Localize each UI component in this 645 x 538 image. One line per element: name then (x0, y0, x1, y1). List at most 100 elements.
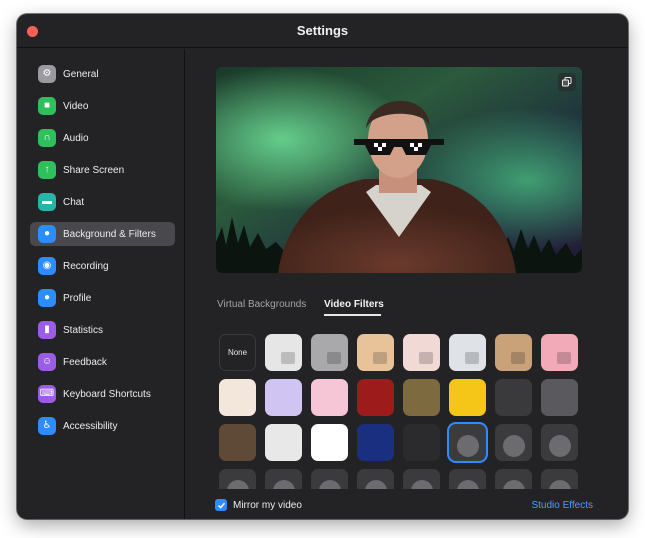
filter-grid: None (216, 332, 586, 489)
active-tab-indicator (324, 314, 381, 316)
face-placeholder-icon (502, 479, 525, 489)
face-placeholder-icon (410, 479, 433, 489)
sidebar-item-label: Feedback (63, 356, 107, 368)
accessibility-icon: ♿ (38, 417, 56, 435)
record-icon: ◉ (38, 257, 56, 275)
filter-headphones[interactable] (357, 469, 394, 489)
copy-icon[interactable] (558, 73, 576, 91)
filter-rainbow[interactable] (541, 424, 578, 461)
face-placeholder-icon (364, 479, 387, 489)
filter-pastel-frame[interactable] (265, 379, 302, 416)
sidebar-item-label: Keyboard Shortcuts (63, 388, 151, 400)
filter-cool[interactable] (449, 334, 486, 371)
bar-chart-icon: ▮ (38, 321, 56, 339)
sidebar-item-feedback[interactable]: ☺ Feedback (30, 350, 175, 374)
keyboard-icon: ⌨ (38, 385, 56, 403)
filter-string-lights[interactable] (357, 424, 394, 461)
face-placeholder-icon (318, 479, 341, 489)
filter-bear-ears[interactable] (495, 469, 532, 489)
filter-headband[interactable] (403, 469, 440, 489)
sidebar-item-recording[interactable]: ◉ Recording (30, 254, 175, 278)
mirror-video-checkbox[interactable] (215, 499, 227, 511)
face-placeholder-icon (502, 434, 525, 457)
filter-retro-tv[interactable] (403, 379, 440, 416)
tab-video-filters[interactable]: Video Filters (324, 299, 384, 310)
none-label: None (227, 348, 248, 357)
filter-light-1[interactable] (265, 334, 302, 371)
filter-sunglasses[interactable] (449, 424, 486, 461)
share-screen-icon: ↑ (38, 161, 56, 179)
sidebar-item-label: Recording (63, 260, 109, 272)
filter-halo[interactable] (311, 469, 348, 489)
studio-effects-link[interactable]: Studio Effects (531, 500, 593, 511)
filter-chef-hat[interactable] (265, 469, 302, 489)
tab-virtual-backgrounds[interactable]: Virtual Backgrounds (217, 299, 306, 310)
preview-thumbnail-icon (280, 351, 295, 364)
preview-thumbnail-icon (510, 351, 525, 364)
filter-love[interactable] (311, 379, 348, 416)
check-icon (217, 502, 225, 509)
filter-grey[interactable] (311, 334, 348, 371)
sidebar-item-label: General (63, 68, 99, 80)
filter-sprout[interactable] (495, 424, 532, 461)
filter-cat-ears[interactable] (449, 469, 486, 489)
sidebar: ⚙ General ■ Video ∩ Audio ↑ Share Screen ▬ Chat ● B… (17, 49, 185, 519)
filter-heart-sticker[interactable] (403, 424, 440, 461)
sidebar-item-profile[interactable]: ● Profile (30, 286, 175, 310)
face-placeholder-icon (456, 479, 479, 489)
headphones-icon: ∩ (38, 129, 56, 147)
sidebar-item-label: Statistics (63, 324, 104, 336)
filter-bulb-frame[interactable] (495, 379, 532, 416)
face-placeholder-icon (226, 479, 249, 489)
filter-warm[interactable] (357, 334, 394, 371)
sidebar-item-video[interactable]: ■ Video (30, 94, 175, 118)
face-placeholder-icon (548, 479, 571, 489)
filter-theater[interactable] (357, 379, 394, 416)
preview-thumbnail-icon (418, 351, 433, 364)
video-preview (216, 67, 582, 273)
sidebar-item-label: Chat (63, 196, 85, 208)
smiley-icon: ☺ (38, 353, 56, 371)
face-placeholder-icon (548, 434, 571, 457)
sidebar-item-background-filters[interactable]: ● Background & Filters (30, 222, 175, 246)
filter-sunflowers[interactable] (449, 379, 486, 416)
sidebar-item-label: Accessibility (63, 420, 118, 432)
title-bar: Settings (17, 14, 628, 48)
preview-thumbnail-icon (372, 351, 387, 364)
filter-ribbon[interactable] (265, 424, 302, 461)
face-placeholder-icon (272, 479, 295, 489)
preview-thumbnail-icon (556, 351, 571, 364)
preview-thumbnail-icon (326, 351, 341, 364)
sidebar-item-chat[interactable]: ▬ Chat (30, 190, 175, 214)
mirror-video-label: Mirror my video (233, 500, 302, 511)
filter-fox-ears[interactable] (541, 469, 578, 489)
preview-thumbnail-icon (464, 351, 479, 364)
filter-none[interactable]: None (219, 334, 256, 371)
filter-rose[interactable] (403, 334, 440, 371)
sidebar-item-audio[interactable]: ∩ Audio (30, 126, 175, 150)
video-camera-icon: ■ (38, 97, 56, 115)
sidebar-item-label: Background & Filters (63, 228, 156, 240)
profile-icon: ● (38, 289, 56, 307)
filter-sepia[interactable] (495, 334, 532, 371)
face-placeholder-icon (456, 434, 479, 457)
sidebar-item-keyboard-shortcuts[interactable]: ⌨ Keyboard Shortcuts (30, 382, 175, 406)
sidebar-item-label: Share Screen (63, 164, 125, 176)
window-title: Settings (296, 23, 349, 38)
filter-speech-bubble[interactable] (311, 424, 348, 461)
sidebar-item-accessibility[interactable]: ♿ Accessibility (30, 414, 175, 438)
filter-old-tv[interactable] (219, 424, 256, 461)
filter-sketch-bear[interactable] (219, 379, 256, 416)
filter-viewfinder[interactable] (541, 379, 578, 416)
sidebar-item-share-screen[interactable]: ↑ Share Screen (30, 158, 175, 182)
chat-bubble-icon: ▬ (38, 193, 56, 211)
sidebar-item-label: Video (63, 100, 89, 112)
sidebar-item-label: Profile (63, 292, 92, 304)
filter-pink[interactable] (541, 334, 578, 371)
sidebar-item-statistics[interactable]: ▮ Statistics (30, 318, 175, 342)
sidebar-item-label: Audio (63, 132, 89, 144)
camera-preview-image (216, 67, 582, 273)
filter-party-hat[interactable] (219, 469, 256, 489)
sidebar-item-general[interactable]: ⚙ General (30, 62, 175, 86)
gear-icon: ⚙ (38, 65, 56, 83)
